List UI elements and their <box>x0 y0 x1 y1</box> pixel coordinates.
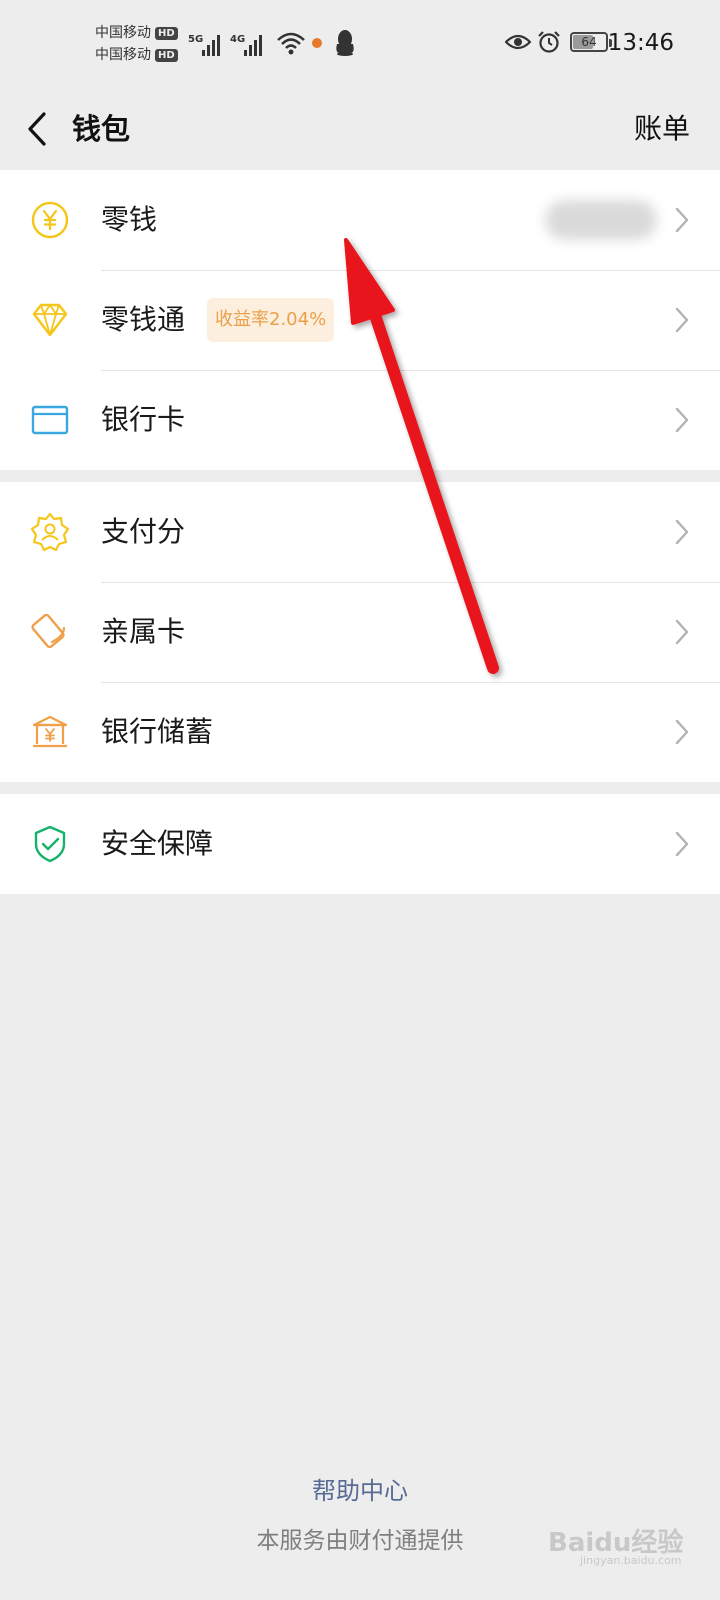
carrier-name-1: 中国移动 <box>95 25 151 41</box>
wallet-group-3: 安全保障 <box>0 794 720 894</box>
diamond-icon <box>32 303 68 337</box>
signal-indicators: 5G 4G <box>188 26 306 56</box>
list-item-label: 银行卡 <box>101 403 186 436</box>
bill-button[interactable]: 账单 <box>634 108 690 150</box>
status-bar: 中国移动 HD 中国移动 HD 5G 4G 64 13:46 <box>0 0 720 88</box>
list-item-bank-card[interactable]: 银行卡 <box>0 370 720 470</box>
list-item-change[interactable]: 零钱 <box>0 170 720 270</box>
chevron-right-icon <box>675 307 689 333</box>
list-item-label: 零钱 <box>101 203 158 236</box>
yield-rate-badge: 收益率2.04% <box>207 298 335 342</box>
yuan-coin-icon <box>31 201 69 239</box>
family-card-icon <box>31 613 66 649</box>
signal-5g-tag: 5G <box>188 34 204 45</box>
battery-level: 64 <box>581 35 597 49</box>
badge-user-icon <box>30 512 70 552</box>
chevron-right-icon <box>675 207 689 233</box>
watermark-sub: jingyan.baidu.com <box>580 1554 682 1567</box>
battery-icon: 64 <box>570 32 612 52</box>
list-item-security[interactable]: 安全保障 <box>0 794 720 894</box>
wifi-icon <box>277 32 305 55</box>
chevron-right-icon <box>675 407 689 433</box>
qq-penguin-icon <box>336 30 354 56</box>
list-item-label: 亲属卡 <box>101 615 186 648</box>
hd-badge-2: HD <box>155 48 178 62</box>
status-time: 13:46 <box>607 30 674 56</box>
chevron-right-icon <box>675 519 689 545</box>
bank-building-icon <box>32 715 68 748</box>
list-item-family-card[interactable]: 亲属卡 <box>0 582 720 682</box>
bank-card-icon <box>31 405 69 435</box>
list-item-label: 零钱通 <box>101 303 186 336</box>
eye-comfort-icon <box>505 34 531 50</box>
chevron-right-icon <box>675 831 689 857</box>
shield-check-icon <box>34 825 66 863</box>
list-item-label: 银行储蓄 <box>101 715 214 748</box>
page-title: 钱包 <box>72 112 131 146</box>
back-arrow-icon[interactable] <box>24 110 50 148</box>
list-item-label: 支付分 <box>101 515 186 548</box>
signal-5g: 5G <box>188 35 220 56</box>
chevron-right-icon <box>675 719 689 745</box>
carrier-info: 中国移动 HD 中国移动 HD <box>95 22 178 66</box>
hd-badge-1: HD <box>155 26 178 40</box>
list-item-pay-score[interactable]: 支付分 <box>0 482 720 582</box>
list-item-bank-savings[interactable]: 银行储蓄 <box>0 682 720 782</box>
signal-bars-icon <box>202 35 220 56</box>
alarm-clock-icon <box>538 31 560 53</box>
notification-dot-icon <box>312 38 322 48</box>
carrier-name-2: 中国移动 <box>95 47 151 63</box>
baidu-watermark: Baidu经验 jingyan.baidu.com <box>548 1510 688 1570</box>
signal-bars-icon <box>244 35 262 56</box>
balance-value-blurred <box>545 200 657 240</box>
list-item-label: 安全保障 <box>101 827 214 860</box>
wallet-group-1: 零钱 零钱通 收益率2.04% 银行卡 <box>0 170 720 470</box>
list-item-change-pass[interactable]: 零钱通 收益率2.04% <box>0 270 720 370</box>
signal-4g: 4G <box>230 35 262 56</box>
nav-bar: 钱包 账单 <box>0 88 720 170</box>
wallet-group-2: 支付分 亲属卡 银行储蓄 <box>0 482 720 782</box>
chevron-right-icon <box>675 619 689 645</box>
help-center-link[interactable]: 帮助中心 <box>0 1474 720 1508</box>
signal-4g-tag: 4G <box>230 34 246 45</box>
